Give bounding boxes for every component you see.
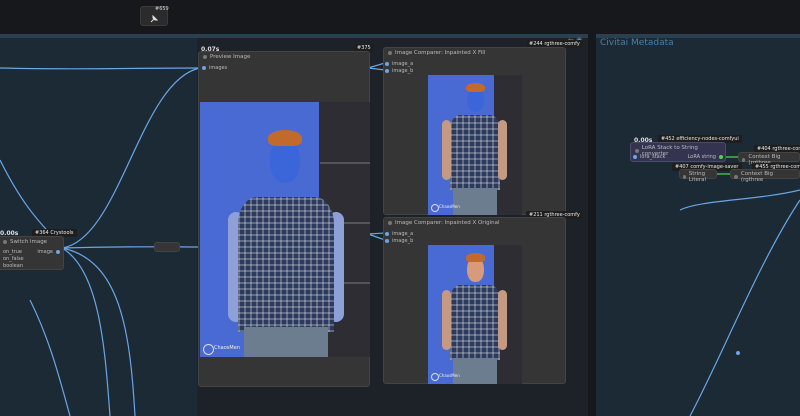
logo-badge-icon: [431, 373, 439, 381]
port-label: LoRA string: [687, 154, 716, 160]
wire: [689, 199, 800, 416]
port-label: image_b: [392, 68, 414, 74]
port-dot-icon: [385, 62, 389, 66]
switch-image-node[interactable]: Switch image on_true on_false boolean im…: [0, 236, 64, 270]
switch-header[interactable]: Switch image: [0, 237, 63, 247]
port-dot-icon: [633, 155, 637, 159]
wire: [679, 189, 800, 211]
graph-canvas[interactable]: #659 Civitai Metadata ← ◉ 0.00s #364 Cry…: [0, 0, 800, 416]
switch-output-image[interactable]: image: [37, 249, 60, 255]
switch-title: Switch image: [10, 239, 48, 245]
comparer-fill-input-a[interactable]: image_a: [385, 61, 413, 67]
switch-input-on-false[interactable]: on_false: [3, 256, 24, 262]
collapse-dot-icon[interactable]: [388, 221, 392, 225]
port-dot-icon: [56, 250, 60, 254]
saver-title: String Literal: [688, 171, 707, 183]
port-label: image_a: [392, 61, 414, 67]
comparer-orig-input-a[interactable]: image_a: [385, 231, 413, 237]
switch-input-on-true[interactable]: on_true: [3, 249, 22, 255]
wire: [61, 67, 201, 249]
comparer-fill-title: Image Comparer: Inpainted X Fill: [395, 50, 486, 56]
collapse-dot-icon[interactable]: [683, 175, 686, 179]
port-label: image_b: [392, 238, 414, 244]
switch-input-boolean[interactable]: boolean: [3, 263, 23, 269]
image-comparer-original-node[interactable]: Image Comparer: Inpainted X Original ima…: [383, 217, 566, 384]
comparer-fill-input-b[interactable]: image_b: [385, 68, 413, 74]
reroute-node[interactable]: [154, 242, 180, 252]
collapse-dot-icon[interactable]: [203, 55, 207, 59]
port-dot-icon: [385, 232, 389, 236]
lora-input[interactable]: lora_stack: [633, 154, 665, 160]
collapse-dot-icon[interactable]: [388, 51, 392, 55]
preview-header[interactable]: Preview Image: [199, 52, 369, 62]
logo-badge-icon: [431, 204, 439, 212]
port-label: image_a: [392, 231, 414, 237]
collapse-dot-icon[interactable]: [3, 240, 7, 244]
reroute-dot: [736, 351, 740, 355]
watermark-text: ChaosMen: [214, 345, 240, 351]
comparer-orig-input-b[interactable]: image_b: [385, 238, 413, 244]
comparer-orig-title: Image Comparer: Inpainted X Original: [395, 220, 500, 226]
collapse-dot-icon[interactable]: [742, 158, 746, 162]
comparer-original-image[interactable]: ChaosMen: [428, 245, 522, 384]
port-label: on_true: [3, 249, 22, 255]
preview-title: Preview Image: [210, 54, 251, 60]
port-dot-icon: [385, 239, 389, 243]
port-dot-icon: [202, 66, 206, 70]
port-label: image: [37, 249, 53, 255]
concat2-header[interactable]: Context Big (rgthree: [731, 170, 799, 184]
wire: [29, 299, 71, 416]
comparer-orig-header[interactable]: Image Comparer: Inpainted X Original: [384, 218, 565, 228]
collapse-dot-icon[interactable]: [734, 175, 738, 179]
saver-header[interactable]: String Literal: [680, 170, 716, 184]
watermark-text: ChaosMen: [439, 204, 460, 209]
logo-badge-icon: [203, 344, 214, 355]
wire: [0, 67, 201, 70]
port-dot-icon: [385, 69, 389, 73]
context-big-node-2[interactable]: Context Big (rgthree: [730, 169, 800, 183]
port-label: on_false: [3, 256, 24, 262]
lora-output[interactable]: LoRA string: [688, 154, 723, 160]
wire: [61, 247, 136, 416]
preview-image-node[interactable]: Preview Image images ChaosMen: [198, 51, 370, 387]
watermark-text: ChaosMen: [439, 373, 460, 378]
port-label: images: [209, 65, 228, 71]
preview-image: ChaosMen: [200, 102, 370, 357]
lora-stack-node[interactable]: LoRA Stack to String converter lora_stac…: [630, 142, 726, 162]
preview-input-images[interactable]: images: [202, 65, 227, 71]
port-dot-icon: [719, 155, 723, 159]
string-literal-node[interactable]: String Literal: [679, 169, 717, 183]
collapse-dot-icon[interactable]: [635, 149, 639, 153]
comparer-fill-header[interactable]: Image Comparer: Inpainted X Fill: [384, 48, 565, 58]
port-label: boolean: [3, 263, 23, 269]
concat2-title: Context Big (rgthree: [740, 171, 774, 183]
port-label: lora_stack: [640, 154, 666, 160]
context-big-node-1[interactable]: Context Big (rgthree: [738, 152, 800, 166]
image-comparer-fill-node[interactable]: Image Comparer: Inpainted X Fill image_a…: [383, 47, 566, 215]
comparer-fill-image[interactable]: ChaosMen: [428, 75, 522, 215]
